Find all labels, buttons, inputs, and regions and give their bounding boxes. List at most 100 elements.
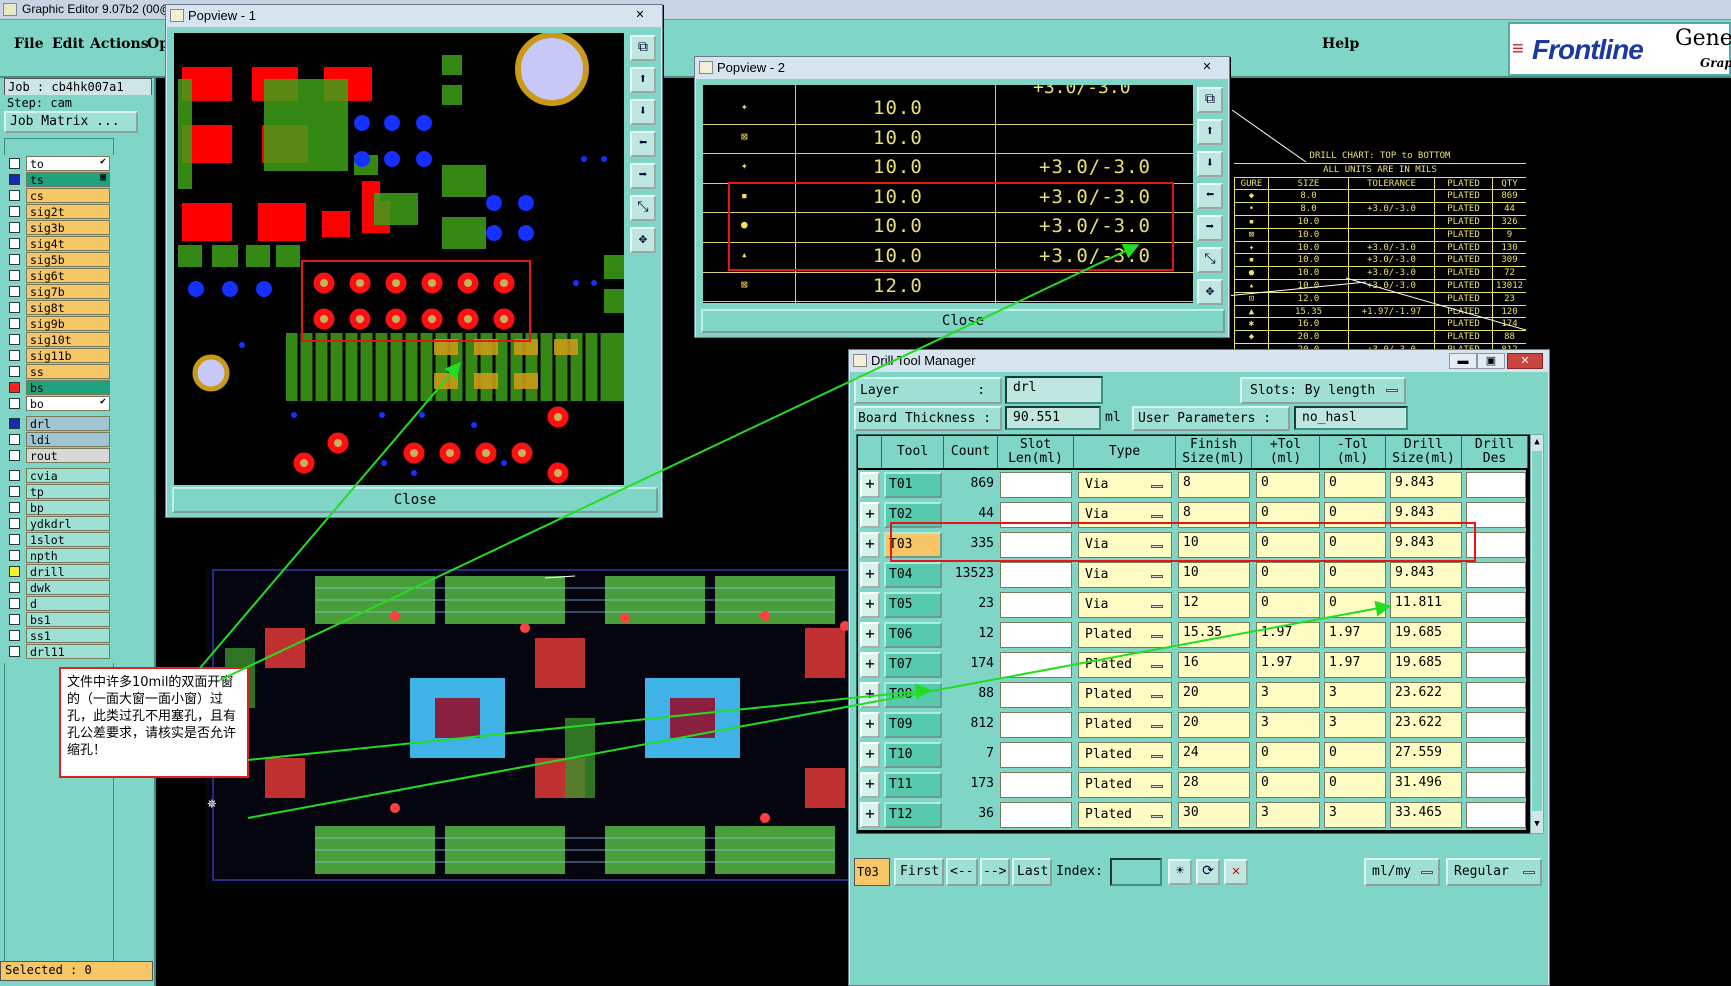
layer-name[interactable]: rout bbox=[26, 447, 110, 463]
layer-row[interactable]: sig10t bbox=[4, 331, 126, 347]
layer-checkbox[interactable] bbox=[9, 485, 20, 497]
delete-icon[interactable]: ✕ bbox=[1224, 859, 1248, 885]
next-button[interactable]: --> bbox=[980, 858, 1010, 886]
drill-size-field[interactable]: 19.685 bbox=[1390, 622, 1462, 648]
layer-row[interactable]: ss bbox=[4, 363, 126, 379]
type-dropdown[interactable]: Plated bbox=[1078, 622, 1172, 648]
expand-row-icon[interactable]: + bbox=[860, 502, 880, 528]
layer-name[interactable]: drl bbox=[26, 415, 110, 431]
drill-size-field[interactable]: 27.559 bbox=[1390, 742, 1462, 768]
drill-table-scrollbar[interactable]: ▲ ▼ bbox=[1530, 434, 1544, 834]
layer-row[interactable]: ss1 bbox=[4, 627, 126, 643]
expand-row-icon[interactable]: + bbox=[860, 532, 880, 558]
slot-length-field[interactable] bbox=[1000, 772, 1072, 798]
layer-name[interactable]: bo bbox=[26, 395, 110, 411]
type-dropdown[interactable]: Plated bbox=[1078, 652, 1172, 678]
layer-name[interactable]: sig2t bbox=[26, 203, 110, 219]
layer-checkbox[interactable] bbox=[9, 517, 20, 529]
layer-checkbox[interactable] bbox=[9, 533, 20, 545]
tool-button[interactable]: T06 bbox=[884, 622, 942, 648]
plus-tol-field[interactable]: 0 bbox=[1256, 742, 1320, 768]
layer-row[interactable]: sig8t bbox=[4, 299, 126, 315]
refresh-icon[interactable]: ⟳ bbox=[1196, 859, 1220, 885]
layer-name[interactable]: ydkdrl bbox=[26, 515, 110, 531]
scroll-up-icon[interactable]: ▲ bbox=[1532, 437, 1542, 447]
layer-checkbox[interactable] bbox=[9, 173, 20, 185]
layer-checkbox[interactable] bbox=[9, 365, 20, 377]
layer-row[interactable]: d bbox=[4, 595, 126, 611]
layer-row[interactable]: dwk bbox=[4, 579, 126, 595]
slot-length-field[interactable] bbox=[1000, 472, 1072, 498]
minus-tol-field[interactable]: 0 bbox=[1324, 562, 1386, 588]
maximize-icon[interactable]: ▣ bbox=[1477, 353, 1505, 369]
layer-name[interactable]: sig6t bbox=[26, 267, 110, 283]
layer-row[interactable]: drl bbox=[4, 415, 126, 431]
layer-row[interactable]: sig9b bbox=[4, 315, 126, 331]
layer-checkbox[interactable] bbox=[9, 645, 20, 657]
drill-size-field[interactable]: 9.843 bbox=[1390, 562, 1462, 588]
layer-row[interactable]: tp bbox=[4, 483, 126, 499]
expand-row-icon[interactable]: + bbox=[860, 772, 880, 798]
plus-tol-field[interactable]: 0 bbox=[1256, 562, 1320, 588]
layer-checkbox[interactable] bbox=[9, 501, 20, 513]
slot-length-field[interactable] bbox=[1000, 682, 1072, 708]
expand-row-icon[interactable]: + bbox=[860, 652, 880, 678]
layer-name[interactable]: bp bbox=[26, 499, 110, 515]
layer-row[interactable]: sig5b bbox=[4, 251, 126, 267]
drill-tool-row[interactable]: + T07 174 Plated 16 1.97 1.97 19.685 bbox=[858, 650, 1526, 680]
drill-des-field[interactable] bbox=[1466, 472, 1526, 498]
type-dropdown[interactable]: Plated bbox=[1078, 682, 1172, 708]
layer-checkbox[interactable] bbox=[9, 397, 20, 409]
layer-checkbox[interactable] bbox=[9, 613, 20, 625]
layer-name[interactable]: bs bbox=[26, 379, 110, 395]
plus-tol-field[interactable]: 0 bbox=[1256, 472, 1320, 498]
minus-tol-field[interactable]: 1.97 bbox=[1324, 652, 1386, 678]
layer-row[interactable]: sig7b bbox=[4, 283, 126, 299]
drill-size-field[interactable]: 11.811 bbox=[1390, 592, 1462, 618]
finish-size-field[interactable]: 20 bbox=[1178, 712, 1250, 738]
pan-right-icon[interactable]: ➡ bbox=[1197, 215, 1223, 241]
popview-2-canvas[interactable]: +3.0/-3.0 ✦ 10.0 ⊠ 10.0 ✦ 10.0 +3.0/-3.0 ▪ 10.0 +… bbox=[703, 85, 1193, 303]
layer-checkbox[interactable] bbox=[9, 253, 20, 265]
layer-name[interactable]: ss1 bbox=[26, 627, 110, 643]
expand-row-icon[interactable]: + bbox=[860, 472, 880, 498]
plus-tol-field[interactable]: 3 bbox=[1256, 802, 1320, 828]
expand-row-icon[interactable]: + bbox=[860, 712, 880, 738]
finish-size-field[interactable]: 20 bbox=[1178, 682, 1250, 708]
drill-des-field[interactable] bbox=[1466, 562, 1526, 588]
drill-tool-row[interactable]: + T06 12 Plated 15.35 1.97 1.97 19.685 bbox=[858, 620, 1526, 650]
type-dropdown[interactable]: Via bbox=[1078, 562, 1172, 588]
layer-row[interactable]: bo ✔ bbox=[4, 395, 126, 411]
menu-help[interactable]: Help bbox=[1322, 36, 1359, 52]
layer-name[interactable]: drill bbox=[26, 563, 110, 579]
pan-down-icon[interactable]: ⬇ bbox=[1197, 151, 1223, 177]
finish-size-field[interactable]: 24 bbox=[1178, 742, 1250, 768]
mode-dropdown[interactable]: Regular bbox=[1446, 858, 1542, 886]
slot-length-field[interactable] bbox=[1000, 712, 1072, 738]
layer-name[interactable]: sig3b bbox=[26, 219, 110, 235]
minus-tol-field[interactable]: 0 bbox=[1324, 592, 1386, 618]
minus-tol-field[interactable]: 3 bbox=[1324, 802, 1386, 828]
board-thickness-field[interactable]: 90.551 bbox=[1005, 406, 1101, 430]
tool-button[interactable]: T07 bbox=[884, 652, 942, 678]
pan-up-icon[interactable]: ⬆ bbox=[630, 67, 656, 93]
drill-des-field[interactable] bbox=[1466, 712, 1526, 738]
drill-tool-row[interactable]: + T12 36 Plated 30 3 3 33.465 bbox=[858, 800, 1526, 830]
layer-name[interactable]: sig5b bbox=[26, 251, 110, 267]
type-dropdown[interactable]: Plated bbox=[1078, 712, 1172, 738]
layer-name[interactable]: ss bbox=[26, 363, 110, 379]
layer-row[interactable]: to ✔ bbox=[4, 155, 126, 171]
drill-des-field[interactable] bbox=[1466, 802, 1526, 828]
layer-checkbox[interactable] bbox=[9, 189, 20, 201]
minus-tol-field[interactable]: 1.97 bbox=[1324, 622, 1386, 648]
type-dropdown[interactable]: Plated bbox=[1078, 742, 1172, 768]
layer-name[interactable]: cvia bbox=[26, 467, 110, 483]
layer-row[interactable]: npth bbox=[4, 547, 126, 563]
pcb-board-canvas[interactable]: ✵ bbox=[205, 568, 945, 888]
type-dropdown[interactable]: Plated bbox=[1078, 802, 1172, 828]
tool-button[interactable]: T08 bbox=[884, 682, 942, 708]
last-button[interactable]: Last bbox=[1012, 858, 1052, 886]
expand-row-icon[interactable]: + bbox=[860, 682, 880, 708]
tool-button[interactable]: T11 bbox=[884, 772, 942, 798]
layer-checkbox[interactable] bbox=[9, 269, 20, 281]
